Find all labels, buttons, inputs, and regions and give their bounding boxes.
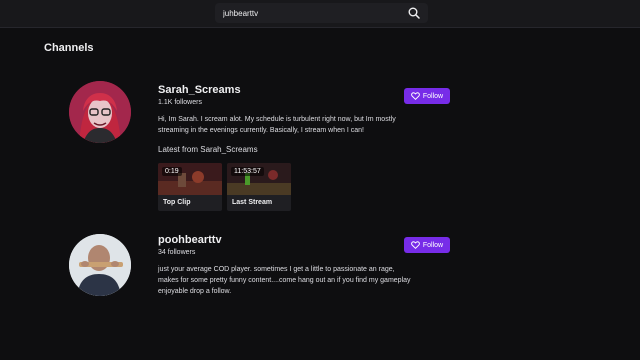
- top-clip-card[interactable]: 0:19 Top Clip: [158, 163, 222, 211]
- search-button[interactable]: [406, 5, 422, 21]
- channel-bio: Hi, Im Sarah. I scream alot. My schedule…: [158, 116, 396, 134]
- avatar-illustration: [69, 81, 131, 143]
- channel-bio: just your average COD player. sometimes …: [158, 266, 411, 295]
- follow-button-label: Follow: [422, 92, 444, 100]
- search-icon: [408, 7, 420, 19]
- search-box: [215, 3, 428, 23]
- top-bar: [0, 0, 640, 28]
- search-input[interactable]: [215, 3, 400, 23]
- clip-duration: 0:19: [162, 167, 182, 176]
- follow-button[interactable]: Follow: [404, 237, 450, 253]
- channel-name[interactable]: poohbearttv: [158, 234, 222, 246]
- last-stream-card[interactable]: 11:53:57 Last Stream: [227, 163, 291, 211]
- follow-button[interactable]: Follow: [404, 88, 450, 104]
- heart-icon: [410, 92, 420, 100]
- stream-label: Last Stream: [232, 199, 273, 206]
- follow-button-label: Follow: [422, 241, 444, 249]
- stream-duration: 11:53:57: [231, 167, 264, 176]
- clip-label: Top Clip: [163, 199, 191, 206]
- channel-avatar[interactable]: [69, 81, 131, 143]
- follower-count: 1.1K followers: [158, 99, 202, 106]
- section-title: Channels: [44, 42, 94, 54]
- channel-avatar[interactable]: [69, 234, 131, 296]
- heart-icon: [410, 241, 420, 249]
- latest-section-title: Latest from Sarah_Screams: [158, 145, 258, 154]
- channel-name[interactable]: Sarah_Screams: [158, 84, 241, 96]
- avatar-photo: [69, 234, 131, 296]
- follower-count: 34 followers: [158, 249, 196, 256]
